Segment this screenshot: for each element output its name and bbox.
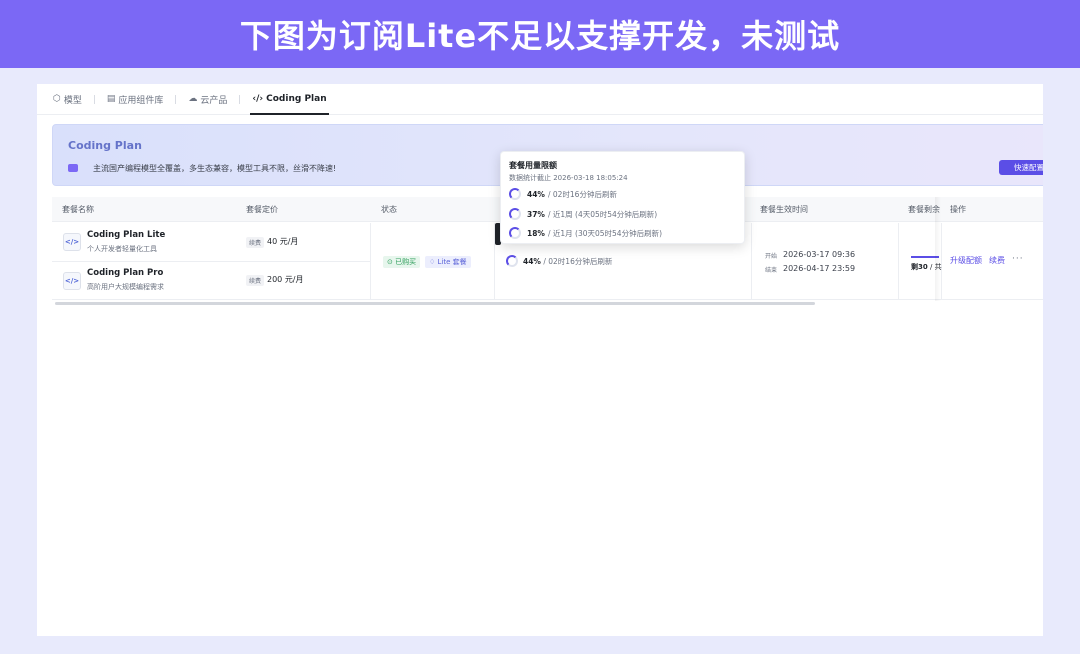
col-divider	[898, 223, 899, 300]
code-icon: </>	[63, 233, 81, 251]
price-tag: 续费	[246, 275, 265, 286]
tab-components[interactable]: ▤ 应用组件库	[105, 84, 166, 115]
usage-row-month: 18% / 近1月 (30天05时54分钟后刷新)	[509, 226, 662, 240]
cloud-icon: ☁	[188, 94, 198, 104]
end-label: 结束	[765, 267, 778, 274]
price-tag: 续费	[246, 237, 265, 248]
header-plan-name: 套餐名称	[62, 205, 94, 214]
col-divider	[370, 223, 371, 300]
code-icon: ‹/›	[252, 94, 264, 104]
tab-divider	[93, 94, 95, 104]
horizontal-scrollbar[interactable]	[55, 302, 815, 305]
usage-ring	[509, 208, 521, 220]
hero-title: Coding Plan	[68, 139, 142, 152]
usage-row-5h: 44%/ 02时16分钟后刷新	[509, 187, 617, 201]
tab-models[interactable]: ⬡ 模型	[51, 84, 84, 115]
plan-price: 200 元/月	[267, 275, 304, 284]
banner-text: 下图为订阅Lite不足以支撑开发，未测试	[239, 17, 841, 55]
plan-price: 40 元/月	[267, 237, 299, 246]
tab-divider	[239, 94, 241, 104]
usage-refresh: / 02时16分钟后刷新	[543, 257, 613, 266]
popover-title: 套餐用量限额	[509, 161, 557, 170]
usage-ring	[509, 227, 521, 239]
quick-config-button[interactable]: 快速配置	[999, 160, 1043, 175]
header-actions: 操作	[950, 205, 966, 214]
plan-name: Coding Plan Lite	[87, 230, 166, 240]
status-badge-tier: ♢ Lite 套餐	[425, 256, 471, 268]
message-icon	[68, 164, 78, 172]
status-badge-purchased: ⊙ 已购买	[383, 256, 421, 268]
start-time: 2026-03-17 09:36	[783, 250, 856, 259]
cube-icon: ⬡	[53, 94, 61, 104]
tab-bar: ⬡ 模型 ▤ 应用组件库 ☁ 云产品 ‹/› Coding Plan	[37, 84, 1043, 115]
usage-row-week: 37% / 近1周 (4天05时54分钟后刷新)	[509, 207, 657, 221]
more-actions-icon[interactable]: ···	[1012, 254, 1024, 264]
col-divider	[751, 223, 752, 300]
upgrade-quota-link[interactable]: 升级配额	[950, 255, 982, 266]
header-price: 套餐定价	[246, 205, 278, 214]
usage-percent: 44%	[523, 257, 541, 266]
usage-summary[interactable]: 44% / 02时16分钟后刷新	[523, 256, 612, 267]
tab-label: 模型	[63, 95, 82, 106]
tab-coding-plan[interactable]: ‹/› Coding Plan	[250, 84, 329, 115]
tab-cloud-products[interactable]: ☁ 云产品	[186, 84, 229, 115]
usage-limit-popover: 套餐用量限额 数据统计截止 2026-03-18 18:05:24 44%/ 0…	[500, 151, 745, 244]
tab-label: 应用组件库	[118, 95, 164, 106]
tab-label: 云产品	[200, 95, 228, 106]
plan-description: 高阶用户大规模编程需求	[87, 283, 164, 291]
start-label: 开始	[765, 253, 778, 260]
usage-ring	[509, 188, 521, 200]
tab-divider	[175, 94, 177, 104]
top-banner: 下图为订阅Lite不足以支撑开发，未测试	[0, 0, 1080, 68]
row-divider	[52, 261, 370, 262]
header-effective-time: 套餐生效时间	[760, 205, 808, 214]
plan-description: 个人开发者轻量化工具	[87, 245, 157, 253]
tab-label: Coding Plan	[266, 94, 327, 104]
code-icon: </>	[63, 272, 81, 290]
renew-link[interactable]: 续费	[989, 255, 1005, 266]
usage-ring	[506, 255, 518, 267]
row-divider	[52, 299, 1043, 300]
grid-icon: ▤	[106, 94, 116, 104]
fixed-column-shadow	[935, 197, 941, 301]
console-frame: ⬡ 模型 ▤ 应用组件库 ☁ 云产品 ‹/› Coding Plan Codin…	[37, 84, 1043, 636]
hero-description: 主流国产编程模型全覆盖，多生态兼容，模型工具不限，丝滑不降速!	[93, 164, 337, 173]
popover-subtitle: 数据统计截止 2026-03-18 18:05:24	[509, 174, 628, 182]
plan-name: Coding Plan Pro	[87, 268, 164, 278]
header-status: 状态	[381, 205, 397, 214]
end-time: 2026-04-17 23:59	[783, 264, 856, 273]
